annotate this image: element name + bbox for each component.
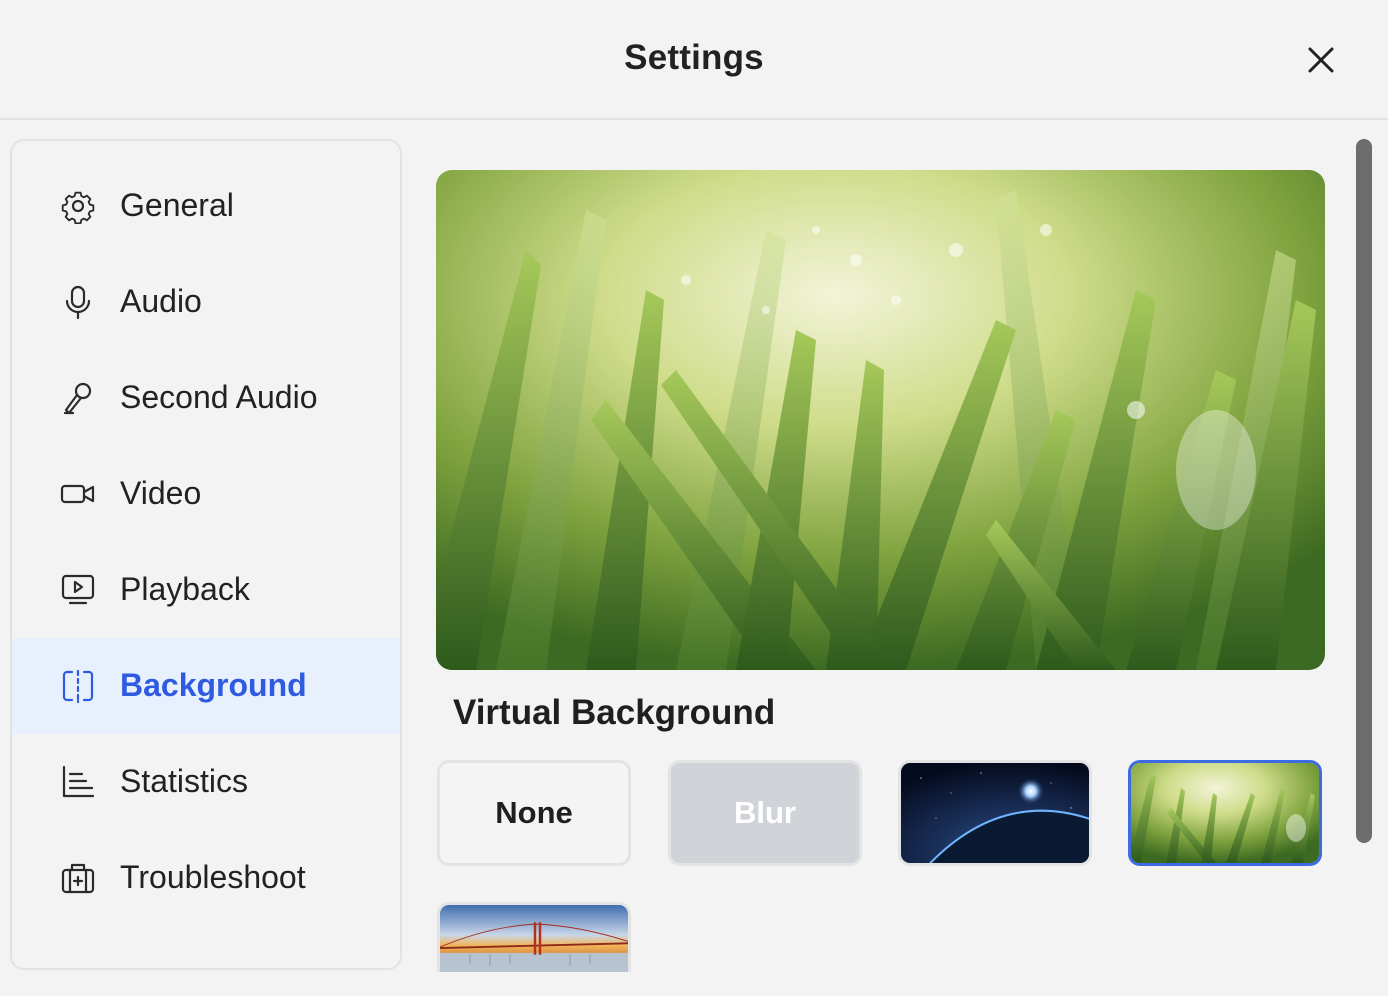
sidebar-item-label: Playback <box>120 571 250 607</box>
background-preview <box>436 170 1325 670</box>
background-split-icon <box>60 668 96 704</box>
sidebar-item-background[interactable]: Background <box>12 638 400 734</box>
option-label: Blur <box>734 795 796 830</box>
sidebar-item-statistics[interactable]: Statistics <box>12 734 400 830</box>
earth-thumbnail <box>901 763 1089 863</box>
playback-monitor-icon <box>60 572 96 608</box>
sidebar-item-label: Video <box>120 475 202 511</box>
sidebar-item-video[interactable]: Video <box>12 446 400 542</box>
vertical-scrollbar[interactable] <box>1356 139 1372 843</box>
microphone-icon <box>60 284 96 320</box>
sidebar-item-troubleshoot[interactable]: Troubleshoot <box>12 830 400 926</box>
sidebar-item-playback[interactable]: Playback <box>12 542 400 638</box>
background-option-blur[interactable]: Blur <box>668 760 862 866</box>
settings-sidebar: General Audio Second Audio Video Playbac… <box>10 139 402 970</box>
background-option-bridge[interactable] <box>437 902 631 972</box>
sidebar-item-label: Audio <box>120 283 202 319</box>
section-title: Virtual Background <box>453 693 776 732</box>
background-option-earth[interactable] <box>898 760 1092 866</box>
window-title: Settings <box>624 38 764 77</box>
sidebar-item-label: Background <box>120 667 307 703</box>
grass-thumbnail <box>1131 763 1319 863</box>
toolbox-icon <box>60 860 96 896</box>
sidebar-item-audio[interactable]: Audio <box>12 254 400 350</box>
sidebar-item-label: Troubleshoot <box>120 859 306 895</box>
background-option-grass[interactable] <box>1128 760 1322 866</box>
sidebar-item-general[interactable]: General <box>12 158 400 254</box>
sidebar-item-label: General <box>120 187 234 223</box>
close-icon[interactable] <box>1301 40 1341 80</box>
sidebar-item-label: Statistics <box>120 763 249 799</box>
sidebar-item-second-audio[interactable]: Second Audio <box>12 350 400 446</box>
second-audio-icon <box>60 380 96 416</box>
gear-icon <box>60 188 96 225</box>
bridge-thumbnail <box>440 905 628 972</box>
video-camera-icon <box>60 476 96 512</box>
sidebar-item-label: Second Audio <box>120 379 318 415</box>
settings-header: Settings <box>0 0 1388 120</box>
background-option-none[interactable]: None <box>437 760 631 866</box>
statistics-chart-icon <box>60 764 96 800</box>
option-label: None <box>495 795 573 830</box>
